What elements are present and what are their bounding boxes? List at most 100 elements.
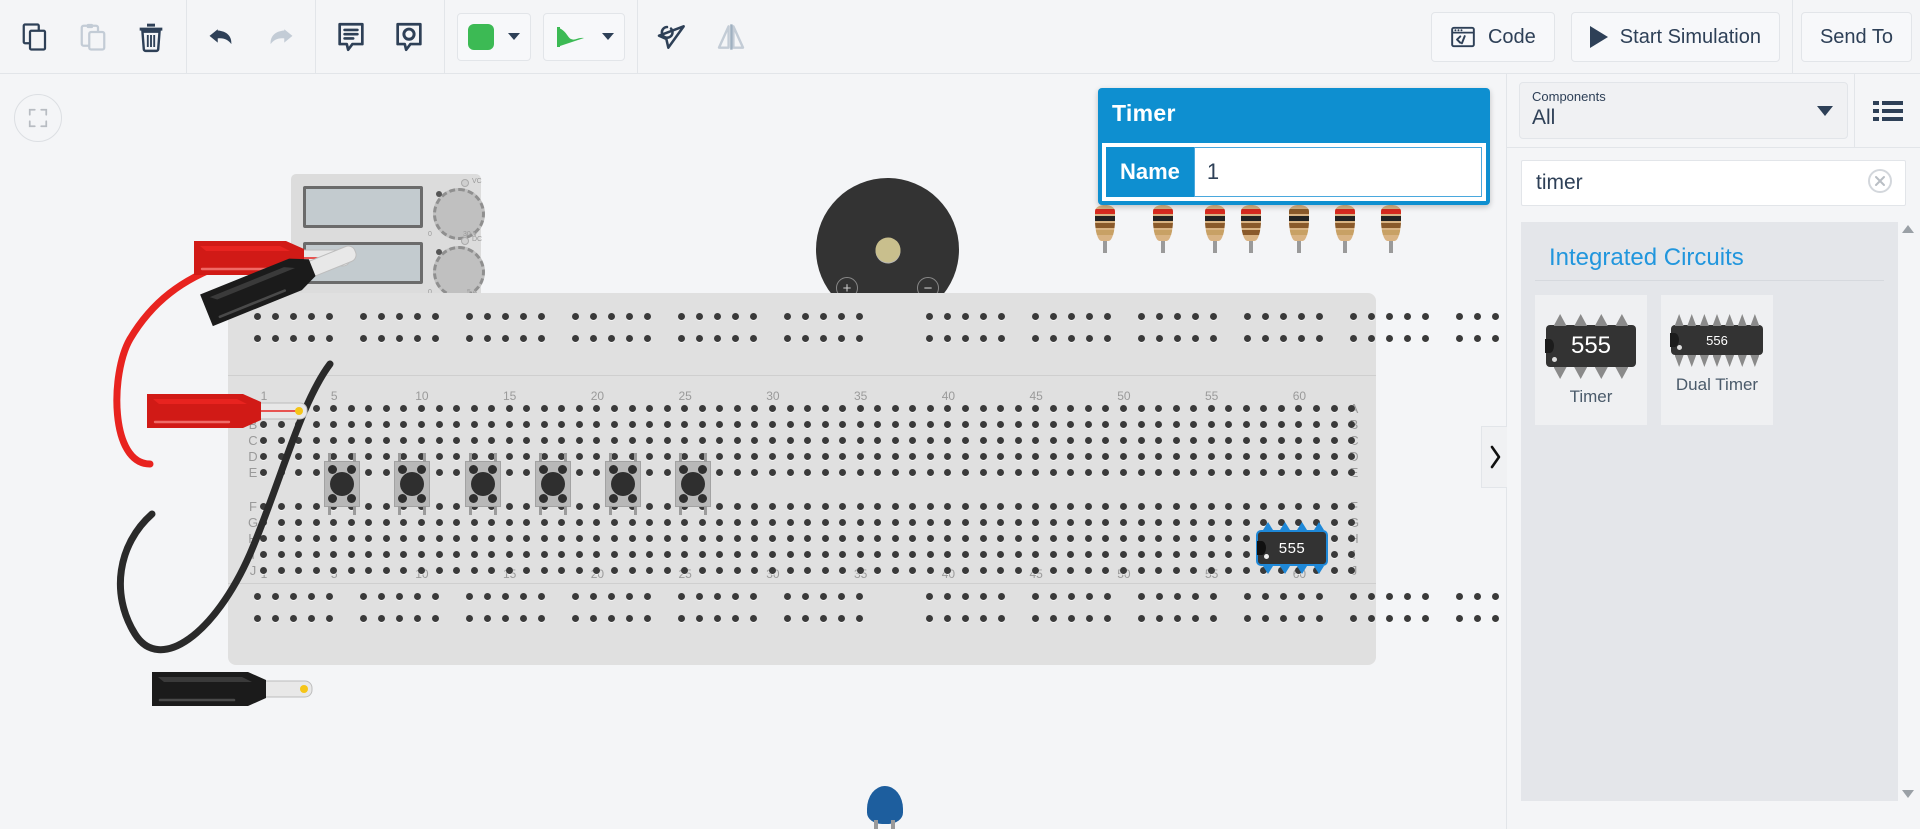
breadboard-hole[interactable] [839, 437, 847, 444]
breadboard-hole[interactable] [856, 551, 864, 558]
breadboard-hole[interactable] [804, 535, 812, 542]
breadboard-hole[interactable] [1084, 437, 1092, 444]
breadboard-hole[interactable] [488, 567, 496, 574]
breadboard-hole[interactable] [1456, 335, 1463, 342]
breadboard-hole[interactable] [663, 405, 671, 412]
list-view-button[interactable] [1854, 74, 1920, 147]
breadboard-hole[interactable] [1244, 313, 1251, 320]
switch-cap[interactable] [540, 472, 565, 496]
breadboard-hole[interactable] [277, 469, 285, 476]
breadboard-hole[interactable] [1225, 469, 1233, 476]
breadboard-hole[interactable] [575, 453, 583, 460]
breadboard-hole[interactable] [1155, 503, 1163, 510]
breadboard-hole[interactable] [926, 469, 934, 476]
breadboard-hole[interactable] [751, 503, 759, 510]
breadboard-hole[interactable] [1277, 453, 1285, 460]
component-card[interactable]: 555 Timer [1535, 295, 1647, 425]
breadboard-hole[interactable] [997, 453, 1005, 460]
breadboard-hole[interactable] [1368, 593, 1375, 600]
breadboard-hole[interactable] [295, 567, 303, 574]
breadboard-hole[interactable] [804, 519, 812, 526]
breadboard-hole[interactable] [997, 437, 1005, 444]
breadboard-hole[interactable] [382, 551, 390, 558]
breadboard-hole[interactable] [312, 567, 320, 574]
breadboard-hole[interactable] [414, 313, 421, 320]
breadboard-hole[interactable] [1192, 335, 1199, 342]
breadboard-hole[interactable] [681, 405, 689, 412]
switch-cap[interactable] [681, 472, 706, 496]
breadboard-hole[interactable] [330, 421, 338, 428]
breadboard-hole[interactable] [593, 469, 601, 476]
breadboard-hole[interactable] [593, 519, 601, 526]
breadboard-hole[interactable] [962, 567, 969, 574]
breadboard-hole[interactable] [1386, 335, 1393, 342]
breadboard-hole[interactable] [505, 437, 513, 444]
breadboard-hole[interactable] [572, 615, 579, 622]
breadboard-hole[interactable] [484, 313, 491, 320]
breadboard-hole[interactable] [523, 503, 531, 510]
breadboard-hole[interactable] [1119, 421, 1127, 428]
breadboard-hole[interactable] [1207, 437, 1215, 444]
breadboard-hole[interactable] [839, 421, 847, 428]
breadboard-bottom-power-rail[interactable] [246, 593, 1499, 635]
breadboard-hole[interactable] [575, 567, 583, 574]
breadboard-hole[interactable] [593, 551, 601, 558]
breadboard-hole[interactable] [856, 313, 863, 320]
breadboard-hole[interactable] [254, 615, 261, 622]
breadboard-hole[interactable] [575, 421, 583, 428]
breadboard-hole[interactable] [962, 405, 969, 412]
breadboard-hole[interactable] [716, 405, 724, 412]
breadboard-hole[interactable] [768, 421, 776, 428]
breadboard-hole[interactable] [980, 313, 987, 320]
breadboard-hole[interactable] [732, 335, 739, 342]
breadboard-hole[interactable] [874, 503, 882, 510]
breadboard-hole[interactable] [891, 535, 899, 542]
breadboard-hole[interactable] [716, 535, 724, 542]
breadboard-hole[interactable] [696, 615, 703, 622]
breadboard-hole[interactable] [1456, 593, 1463, 600]
breadboard-hole[interactable] [1295, 503, 1303, 510]
breadboard-hole[interactable] [1172, 421, 1180, 428]
breadboard-hole[interactable] [874, 535, 882, 542]
breadboard-hole[interactable] [1277, 469, 1285, 476]
breadboard-hole[interactable] [732, 615, 739, 622]
breadboard-hole[interactable] [277, 551, 285, 558]
breadboard-hole[interactable] [1050, 593, 1057, 600]
components-filter-select[interactable]: Components All [1519, 82, 1848, 139]
breadboard-hole[interactable] [400, 551, 408, 558]
results-scrollbar[interactable] [1900, 222, 1916, 801]
breadboard-hole[interactable] [821, 421, 829, 428]
breadboard-hole[interactable] [909, 519, 917, 526]
breadboard-hole[interactable] [874, 453, 882, 460]
breadboard-hole[interactable] [979, 519, 987, 526]
breadboard-hole[interactable] [1280, 615, 1287, 622]
breadboard-hole[interactable] [347, 437, 355, 444]
breadboard-hole[interactable] [1368, 313, 1375, 320]
breadboard-hole[interactable] [608, 335, 615, 342]
breadboard-hole[interactable] [611, 535, 618, 542]
breadboard-hole[interactable] [1067, 503, 1075, 510]
breadboard-hole[interactable] [523, 469, 531, 476]
breadboard-hole[interactable] [820, 593, 827, 600]
breadboard-hole[interactable] [944, 313, 951, 320]
breadboard-hole[interactable] [678, 593, 685, 600]
breadboard-hole[interactable] [1102, 405, 1110, 412]
breadboard-hole[interactable] [1207, 535, 1215, 542]
breadboard-hole[interactable] [1084, 405, 1092, 412]
breadboard-hole[interactable] [663, 437, 671, 444]
breadboard-hole[interactable] [538, 335, 545, 342]
breadboard-hole[interactable] [382, 567, 390, 574]
breadboard-hole[interactable] [1104, 615, 1111, 622]
breadboard-hole[interactable] [382, 503, 390, 510]
breadboard-hole[interactable] [909, 453, 917, 460]
breadboard-hole[interactable] [1330, 535, 1338, 542]
breadboard-hole[interactable] [786, 437, 794, 444]
breadboard-hole[interactable] [1404, 335, 1411, 342]
breadboard-hole[interactable] [1225, 405, 1233, 412]
breadboard-hole[interactable] [1330, 421, 1338, 428]
breadboard-hole[interactable] [663, 453, 671, 460]
breadboard-hole[interactable] [312, 519, 320, 526]
breadboard-hole[interactable] [505, 519, 513, 526]
breadboard-hole[interactable] [382, 437, 390, 444]
breadboard-hole[interactable] [856, 335, 863, 342]
